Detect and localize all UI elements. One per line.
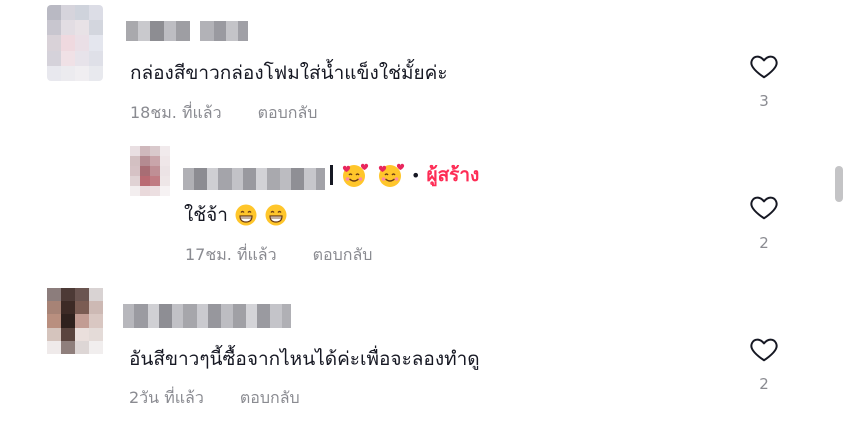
- reply-meta: 17ชม. ที่แล้ว ตอบกลับ: [185, 243, 372, 268]
- like-count: 2: [759, 375, 769, 393]
- grinning-face-emoji: [235, 204, 257, 226]
- commenter-username[interactable]: [126, 21, 248, 41]
- reply-text-row: ใช้จ้า: [184, 200, 288, 230]
- reply-time: 17ชม. ที่แล้ว: [185, 245, 277, 264]
- reply-text: ใช้จ้า: [184, 204, 228, 226]
- comment-text: กล่องสีขาวกล่องโฟมใส่น้ำแข็งใช่มั้ยค่ะ: [130, 62, 448, 84]
- creator-tag: • ผู้สร้าง: [330, 160, 479, 190]
- heart-outline-icon[interactable]: [749, 51, 779, 81]
- reply-button[interactable]: ตอบกลับ: [258, 103, 318, 122]
- comment-text: อันสีขาวๆนี้ซื้อจากไหนได้ค่ะเพื่อจะลองทำ…: [129, 348, 480, 370]
- comment-time: 2วัน ที่แล้ว: [129, 388, 204, 407]
- heart-outline-icon[interactable]: [749, 192, 779, 222]
- smiling-face-with-hearts-emoji: [378, 163, 405, 187]
- creator-badge: ผู้สร้าง: [426, 164, 480, 186]
- comment-meta: 2วัน ที่แล้ว ตอบกลับ: [129, 386, 300, 411]
- commenter-username[interactable]: [123, 304, 292, 328]
- commenter-avatar[interactable]: [47, 5, 103, 81]
- smiling-face-with-hearts-emoji: [342, 163, 369, 187]
- like-count: 2: [759, 234, 769, 252]
- comment-time: 18ชม. ที่แล้ว: [130, 103, 222, 122]
- scrollbar-thumb[interactable]: [835, 166, 843, 202]
- comment-meta: 18ชม. ที่แล้ว ตอบกลับ: [130, 101, 317, 126]
- reply-username[interactable]: [183, 168, 325, 190]
- commenter-avatar[interactable]: [47, 288, 103, 354]
- reply-button[interactable]: ตอบกลับ: [313, 245, 373, 264]
- separator-dot: •: [411, 165, 421, 185]
- reply-avatar[interactable]: [130, 146, 170, 196]
- reply-button[interactable]: ตอบกลับ: [240, 388, 300, 407]
- heart-outline-icon[interactable]: [749, 334, 779, 364]
- name-separator: [330, 165, 333, 185]
- like-count: 3: [759, 92, 769, 110]
- grinning-face-emoji: [265, 204, 287, 226]
